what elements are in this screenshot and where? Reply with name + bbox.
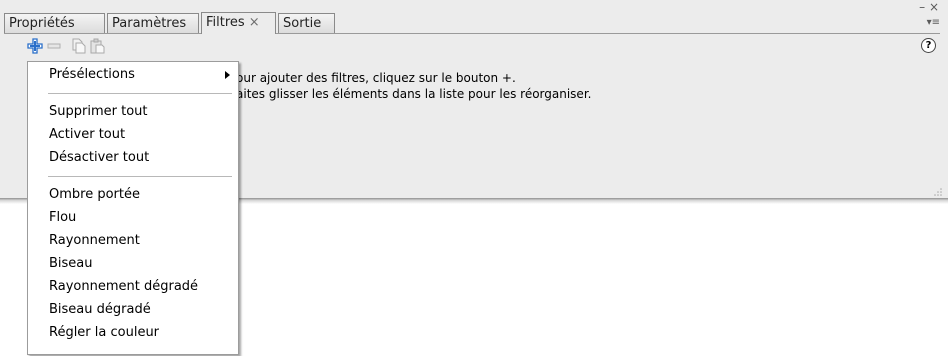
tab-bar: Propriétés Paramètres Filtres × Sortie – …: [0, 0, 948, 34]
tab-parametres[interactable]: Paramètres: [107, 13, 199, 33]
menu-item-label: Désactiver tout: [49, 150, 150, 165]
menu-item-blur[interactable]: Flou: [28, 207, 238, 229]
menu-separator: [48, 93, 232, 94]
help-icon[interactable]: ?: [921, 38, 936, 53]
minimize-icon[interactable]: –: [919, 0, 925, 14]
close-icon[interactable]: ×: [249, 15, 260, 30]
tab-label: Paramètres: [112, 16, 187, 31]
minus-icon[interactable]: [46, 38, 62, 54]
menu-item-adjust-color[interactable]: Régler la couleur: [28, 322, 238, 344]
minimize-close-controls[interactable]: – ×: [919, 1, 939, 13]
add-filter-menu: Présélections Supprimer tout Activer tou…: [27, 61, 239, 355]
menu-item-disable-all[interactable]: Désactiver tout: [28, 147, 238, 169]
tab-filtres[interactable]: Filtres ×: [201, 12, 276, 34]
menu-item-label: Activer tout: [49, 127, 126, 142]
panel-menu-icon[interactable]: ▾≡: [927, 17, 940, 29]
menu-item-label: Rayonnement dégradé: [49, 279, 199, 294]
menu-item-label: Ombre portée: [49, 187, 140, 202]
resize-grip-icon[interactable]: [932, 186, 942, 196]
menu-item-gradient-glow[interactable]: Rayonnement dégradé: [28, 276, 238, 298]
paste-icon[interactable]: [89, 38, 105, 54]
close-window-icon[interactable]: ×: [929, 0, 939, 14]
tab-label: Sortie: [283, 16, 322, 31]
menu-item-label: Biseau: [49, 256, 93, 271]
menu-separator: [48, 176, 232, 177]
hint-reorder: aites glisser les éléments dans la liste…: [236, 87, 592, 101]
tab-underline: [4, 33, 940, 34]
tab-sortie[interactable]: Sortie: [278, 13, 335, 33]
tab-label: Filtres: [206, 15, 245, 30]
menu-item-label: Flou: [49, 210, 77, 225]
menu-item-label: Supprimer tout: [49, 104, 148, 119]
submenu-arrow-icon: [225, 71, 230, 79]
hint-add-filters: our ajouter des filtres, cliquez sur le …: [236, 71, 516, 85]
menu-item-bevel[interactable]: Biseau: [28, 253, 238, 275]
menu-item-enable-all[interactable]: Activer tout: [28, 124, 238, 146]
menu-item-label: Rayonnement: [49, 233, 140, 248]
menu-item-gradient-bevel[interactable]: Biseau dégradé: [28, 299, 238, 321]
menu-item-label: Biseau dégradé: [49, 302, 151, 317]
tab-proprietes[interactable]: Propriétés: [4, 13, 105, 33]
menu-item-presets[interactable]: Présélections: [28, 64, 238, 86]
menu-item-label: Régler la couleur: [49, 325, 160, 340]
plus-icon[interactable]: [27, 38, 43, 54]
copy-icon[interactable]: [70, 38, 86, 54]
tab-label: Propriétés: [9, 16, 75, 31]
menu-item-delete-all[interactable]: Supprimer tout: [28, 101, 238, 123]
menu-item-label: Présélections: [49, 67, 135, 82]
menu-item-glow[interactable]: Rayonnement: [28, 230, 238, 252]
menu-item-drop-shadow[interactable]: Ombre portée: [28, 184, 238, 206]
